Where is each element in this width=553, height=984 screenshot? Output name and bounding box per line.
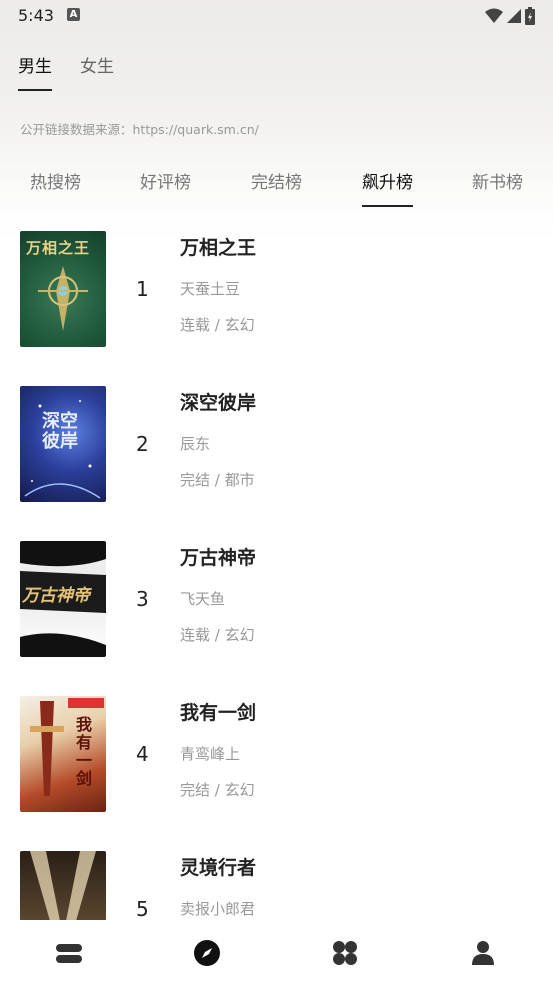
bottom-nav [0,920,553,984]
list-item[interactable]: 万相之王 1 万相之王 天蚕土豆 连载 / 玄幻 [0,231,553,349]
nav-discover[interactable] [192,938,222,968]
gender-tabs: 男生 女生 [18,52,114,91]
battery-icon [525,7,535,25]
nav-categories[interactable] [330,938,360,968]
rank-number: 5 [136,897,149,920]
tab-female[interactable]: 女生 [80,52,114,91]
notification-a-icon: A [67,8,80,21]
rank-number: 4 [136,742,149,766]
book-title[interactable]: 深空彼岸 [180,388,256,415]
book-author: 天蚕土豆 [180,280,241,298]
book-title[interactable]: 万相之王 [180,233,256,260]
tab-new-books[interactable]: 新书榜 [472,168,523,207]
profile-icon [472,941,494,965]
cover-title: 我有一剑 [76,715,93,788]
rank-number: 2 [136,432,149,456]
bookshelf-icon [56,944,82,963]
tab-good-reviews[interactable]: 好评榜 [140,168,191,207]
apps-grid-icon [333,941,357,965]
book-cover[interactable]: 万相之王 [20,231,106,347]
cover-art [30,851,96,920]
status-time: 5:43 [18,6,54,25]
cover-title: 万古神帝 [22,586,90,606]
book-title[interactable]: 灵境行者 [180,853,256,880]
rank-number: 3 [136,587,149,611]
book-title[interactable]: 我有一剑 [180,698,256,725]
book-author: 辰东 [180,435,211,453]
book-status-genre: 完结 / 都市 [180,471,255,489]
book-cover[interactable] [20,851,106,920]
list-item[interactable]: 深空彼岸 2 深空彼岸 辰东 完结 / 都市 [0,386,553,504]
signal-icon [507,9,521,23]
tab-rising[interactable]: 飙升榜 [362,168,413,207]
book-author: 青鸾峰上 [180,745,241,763]
nav-bookshelf[interactable] [54,938,84,968]
status-bar: 5:43 A [0,0,553,32]
rank-tabs: 热搜榜 好评榜 完结榜 飙升榜 新书榜 [0,168,553,212]
compass-icon [194,940,220,966]
data-source-text: 公开链接数据来源：https://quark.sm.cn/ [20,122,259,137]
nav-profile[interactable] [468,938,498,968]
status-icons [485,7,535,25]
wifi-icon [485,8,503,23]
tab-male[interactable]: 男生 [18,52,52,91]
book-cover[interactable]: 深空彼岸 [20,386,106,502]
list-item[interactable]: 我有一剑 4 我有一剑 青鸾峰上 完结 / 玄幻 [0,696,553,814]
book-status-genre: 连载 / 玄幻 [180,626,255,644]
book-author: 飞天鱼 [180,590,226,608]
book-status-genre: 完结 / 玄幻 [180,781,255,799]
tab-hot-search[interactable]: 热搜榜 [30,168,81,207]
book-cover[interactable]: 我有一剑 [20,696,106,812]
book-cover[interactable]: 万古神帝 [20,541,106,657]
list-item[interactable]: 万古神帝 3 万古神帝 飞天鱼 连载 / 玄幻 [0,541,553,659]
book-list: 万相之王 1 万相之王 天蚕土豆 连载 / 玄幻 深空彼岸 2 深空彼岸 辰东 … [0,230,553,920]
book-author: 卖报小郎君 [180,900,256,918]
tab-completed[interactable]: 完结榜 [251,168,302,207]
list-item[interactable]: 5 灵境行者 卖报小郎君 [0,851,553,920]
book-title[interactable]: 万古神帝 [180,543,256,570]
cover-title: 深空彼岸 [42,411,78,452]
rank-number: 1 [136,277,149,301]
book-status-genre: 连载 / 玄幻 [180,316,255,334]
cover-title: 万相之王 [26,239,91,257]
